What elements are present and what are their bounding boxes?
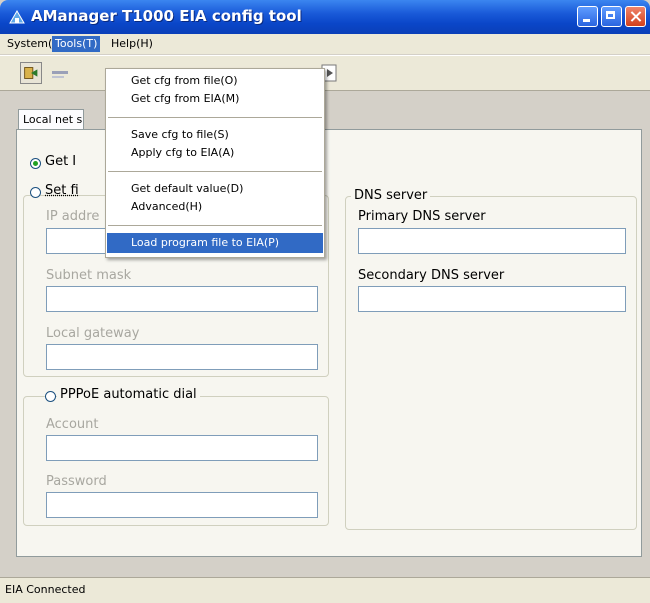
radio-set-fixed-ip-label: Set fi bbox=[45, 183, 79, 198]
local-gateway-field[interactable] bbox=[46, 344, 318, 370]
menu-bar: System(S) Tools(T) Help(H) bbox=[0, 34, 650, 54]
ip-address-field[interactable] bbox=[46, 228, 106, 254]
tools-dropdown-menu: Get cfg from file(O) Get cfg from EIA(M)… bbox=[105, 68, 325, 258]
menu-item-get-default-value[interactable]: Get default value(D) bbox=[107, 179, 323, 199]
save-icon[interactable] bbox=[49, 62, 71, 84]
password-field[interactable] bbox=[46, 492, 318, 518]
menu-item-load-program-file[interactable]: Load program file to EIA(P) bbox=[107, 233, 323, 253]
ip-address-label: IP addre bbox=[46, 209, 100, 224]
toolbar bbox=[0, 55, 650, 91]
primary-dns-field[interactable] bbox=[358, 228, 626, 254]
status-bar: EIA Connected bbox=[0, 577, 650, 603]
subnet-mask-field[interactable] bbox=[46, 286, 318, 312]
close-button[interactable] bbox=[625, 6, 646, 27]
status-text: EIA Connected bbox=[5, 583, 86, 596]
menu-separator bbox=[108, 171, 322, 172]
secondary-dns-label: Secondary DNS server bbox=[358, 268, 505, 283]
radio-get-ip[interactable] bbox=[30, 158, 41, 169]
radio-set-fixed-ip[interactable] bbox=[30, 187, 41, 198]
window-title: AManager T1000 EIA config tool bbox=[31, 7, 302, 25]
menu-item-advanced[interactable]: Advanced(H) bbox=[107, 197, 323, 217]
menu-item-get-cfg-from-file[interactable]: Get cfg from file(O) bbox=[107, 71, 323, 91]
app-icon bbox=[9, 10, 25, 24]
menu-separator bbox=[108, 225, 322, 226]
minimize-button[interactable] bbox=[577, 6, 598, 27]
primary-dns-label: Primary DNS server bbox=[358, 209, 486, 224]
account-field[interactable] bbox=[46, 435, 318, 461]
pppoe-label: PPPoE automatic dial bbox=[57, 387, 200, 402]
menu-separator bbox=[108, 117, 322, 118]
local-gateway-label: Local gateway bbox=[46, 326, 140, 341]
subnet-mask-label: Subnet mask bbox=[46, 268, 132, 283]
get-config-icon[interactable] bbox=[20, 62, 42, 84]
dns-group-label: DNS server bbox=[351, 188, 431, 203]
password-label: Password bbox=[46, 474, 107, 489]
menu-tools[interactable]: Tools(T) bbox=[52, 36, 101, 52]
menu-item-save-cfg-to-file[interactable]: Save cfg to file(S) bbox=[107, 125, 323, 145]
menu-item-apply-cfg-to-eia[interactable]: Apply cfg to EIA(A) bbox=[107, 143, 323, 163]
secondary-dns-field[interactable] bbox=[358, 286, 626, 312]
menu-item-get-cfg-from-eia[interactable]: Get cfg from EIA(M) bbox=[107, 89, 323, 109]
account-label: Account bbox=[46, 417, 99, 432]
tab-local-net[interactable]: Local net s bbox=[18, 109, 84, 130]
maximize-button[interactable] bbox=[601, 6, 622, 27]
title-bar[interactable]: AManager T1000 EIA config tool bbox=[0, 0, 650, 34]
menu-help[interactable]: Help(H) bbox=[108, 36, 156, 52]
radio-get-ip-label: Get I bbox=[45, 154, 77, 169]
radio-pppoe[interactable] bbox=[45, 391, 56, 402]
